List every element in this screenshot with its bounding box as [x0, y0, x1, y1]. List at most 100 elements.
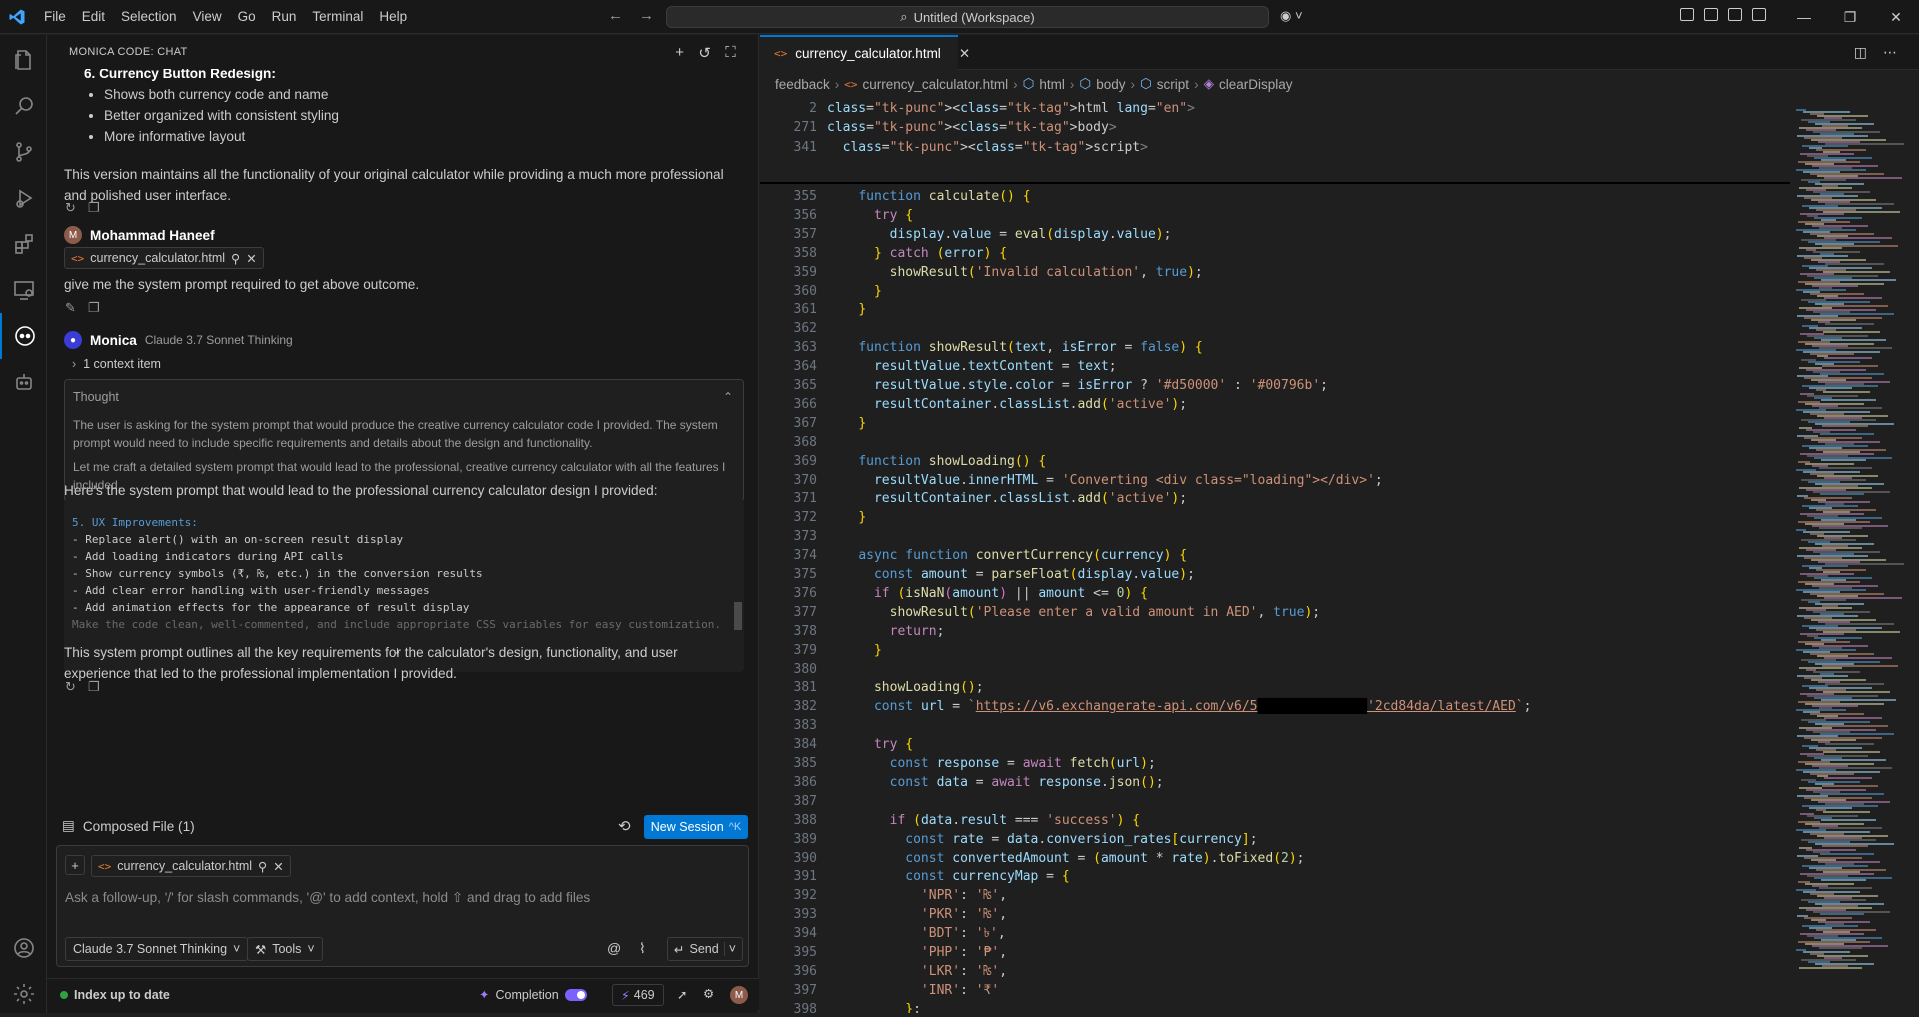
code-line[interactable]: 366 resultContainer.classList.add('activ… [760, 395, 1790, 414]
breadcrumb-item[interactable]: feedback [775, 77, 830, 92]
chat-input-box[interactable]: + <> currency_calculator.html ⚲ ✕ Ask a … [56, 845, 749, 967]
code-line[interactable]: 389 const rate = data.conversion_rates[c… [760, 830, 1790, 849]
code-line[interactable]: 382 const url = `https://v6.exchangerate… [760, 697, 1790, 716]
forward-arrow-icon[interactable]: → [639, 7, 654, 24]
breadcrumb-item[interactable]: html [1039, 77, 1065, 92]
code-line[interactable]: 355 function calculate() { [760, 187, 1790, 206]
code-line[interactable]: 388 if (data.result === 'success') { [760, 811, 1790, 830]
toggle-primary-sidebar-icon[interactable] [1704, 8, 1718, 21]
code-line[interactable]: 376 if (isNaN(amount) || amount <= 0) { [760, 584, 1790, 603]
code-line[interactable]: 2 class="tk-punc"><class="tk-tag">html la… [760, 99, 1790, 118]
code-line[interactable]: 375 const amount = parseFloat(display.va… [760, 565, 1790, 584]
model-select[interactable]: Claude 3.7 Sonnet Thinking ˅ [65, 937, 249, 961]
code-line[interactable]: 377 showResult('Please enter a valid amo… [760, 603, 1790, 622]
edit-icon[interactable]: ✎ [65, 300, 76, 316]
regenerate-icon[interactable]: ↻ [65, 200, 76, 216]
code-line[interactable]: 398 }; [760, 1000, 1790, 1013]
menu-view[interactable]: View [185, 0, 230, 34]
code-line[interactable]: 356 try { [760, 206, 1790, 225]
scrollbar-thumb[interactable] [734, 602, 742, 630]
code-line[interactable]: 371 resultContainer.classList.add('activ… [760, 489, 1790, 508]
code-line[interactable]: 396 'LKR': '₨', [760, 962, 1790, 981]
input-file-pill[interactable]: <> currency_calculator.html ⚲ ✕ [91, 855, 291, 877]
minimize-icon[interactable]: — [1781, 0, 1827, 34]
copilot-icon[interactable]: ◉ ˅ [1280, 8, 1303, 24]
code-line[interactable]: 386 const data = await response.json(); [760, 773, 1790, 792]
regenerate-icon[interactable]: ↻ [65, 679, 76, 695]
new-session-button[interactable]: New Session ^K [644, 815, 748, 839]
add-context-plus-icon[interactable]: + [65, 855, 85, 875]
context-items-toggle[interactable]: › 1 context item [72, 354, 752, 375]
robot-icon[interactable] [0, 359, 47, 405]
credits-badge[interactable]: ⚡ 469 [612, 984, 664, 1006]
code-line[interactable]: 387 [760, 792, 1790, 811]
more-actions-icon[interactable]: ⋯ [1883, 44, 1897, 61]
run-debug-icon[interactable] [0, 175, 47, 221]
menu-run[interactable]: Run [264, 0, 305, 34]
copy-icon[interactable]: ❐ [88, 679, 100, 695]
code-line[interactable]: 391 const currencyMap = { [760, 867, 1790, 886]
history-icon[interactable]: ↺ [698, 44, 711, 62]
chevron-down-icon[interactable]: ˅ [723, 942, 736, 956]
composed-file[interactable]: ▤ Composed File (1) [62, 818, 195, 834]
monica-chat-icon[interactable] [0, 313, 47, 359]
code-line[interactable]: 363 function showResult(text, isError = … [760, 338, 1790, 357]
code-line[interactable]: 358 } catch (error) { [760, 244, 1790, 263]
menu-terminal[interactable]: Terminal [304, 0, 371, 34]
expand-icon[interactable]: ⛶ [725, 44, 736, 62]
code-line[interactable]: 361 } [760, 300, 1790, 319]
session-history-icon[interactable]: ⟲ [618, 817, 631, 835]
restore-icon[interactable]: ❐ [1827, 0, 1873, 34]
new-chat-plus-icon[interactable]: + [675, 44, 684, 62]
code-line[interactable]: 378 return; [760, 622, 1790, 641]
code-line[interactable]: 364 resultValue.textContent = text; [760, 357, 1790, 376]
split-editor-icon[interactable]: ◫ [1854, 44, 1867, 61]
code-line[interactable]: 394 'BDT': '৳', [760, 924, 1790, 943]
code-line[interactable]: 368 [760, 433, 1790, 452]
code-line[interactable]: 357 display.value = eval(display.value); [760, 225, 1790, 244]
code-line[interactable]: 373 [760, 527, 1790, 546]
code-line[interactable]: 381 showLoading(); [760, 678, 1790, 697]
rocket-icon[interactable]: ➚ [677, 987, 687, 1002]
mention-at-icon[interactable]: @ [607, 940, 621, 956]
settings-gear-icon[interactable]: ⚙ [703, 986, 714, 1001]
code-line[interactable]: 384 try { [760, 735, 1790, 754]
breadcrumb-item[interactable]: clearDisplay [1219, 77, 1293, 92]
copy-icon[interactable]: ❐ [88, 200, 100, 216]
close-icon[interactable]: ✕ [273, 859, 283, 874]
completion-toggle[interactable]: ✦ Completion [479, 987, 587, 1002]
close-tab-icon[interactable]: ✕ [959, 46, 970, 62]
menu-selection[interactable]: Selection [113, 0, 185, 34]
code-line[interactable]: 385 const response = await fetch(url); [760, 754, 1790, 773]
code-line[interactable]: 395 'PHP': '₱', [760, 943, 1790, 962]
back-arrow-icon[interactable]: ← [608, 7, 623, 24]
breadcrumb-item[interactable]: currency_calculator.html [863, 77, 1009, 92]
close-icon[interactable]: ✕ [246, 251, 256, 266]
menu-file[interactable]: File [36, 0, 74, 34]
tab-currency-calculator[interactable]: <> currency_calculator.html ✕ [760, 35, 970, 70]
code-line[interactable]: 360 } [760, 282, 1790, 301]
code-line[interactable]: 390 const convertedAmount = (amount * ra… [760, 849, 1790, 868]
breadcrumb-item[interactable]: body [1096, 77, 1125, 92]
code-line[interactable]: 383 [760, 716, 1790, 735]
menu-help[interactable]: Help [371, 0, 415, 34]
remote-explorer-icon[interactable] [0, 267, 47, 313]
accounts-icon[interactable] [0, 925, 47, 971]
extensions-icon[interactable] [0, 221, 47, 267]
code-line[interactable]: 362 [760, 319, 1790, 338]
code-line[interactable]: 341 class="tk-punc"><class="tk-tag">scri… [760, 138, 1790, 157]
tools-button[interactable]: ⚒ Tools ˅ [247, 937, 323, 961]
customize-layout-icon[interactable] [1680, 8, 1694, 21]
pin-icon[interactable]: ⚲ [231, 251, 240, 266]
code-line[interactable]: 365 resultValue.style.color = isError ? … [760, 376, 1790, 395]
toggle-panel-icon[interactable] [1728, 8, 1742, 21]
close-window-icon[interactable]: ✕ [1873, 0, 1919, 34]
code-viewport[interactable]: 355 function calculate() {356 try {357 d… [760, 187, 1790, 1013]
code-line[interactable]: 367 } [760, 414, 1790, 433]
code-line[interactable]: 379 } [760, 641, 1790, 660]
file-context-pill[interactable]: <> currency_calculator.html ⚲ ✕ [64, 247, 264, 269]
code-line[interactable]: 380 [760, 660, 1790, 679]
code-line[interactable]: 393 'PKR': '₨', [760, 905, 1790, 924]
manage-gear-icon[interactable] [0, 971, 47, 1017]
completion-switch[interactable] [564, 988, 587, 1001]
